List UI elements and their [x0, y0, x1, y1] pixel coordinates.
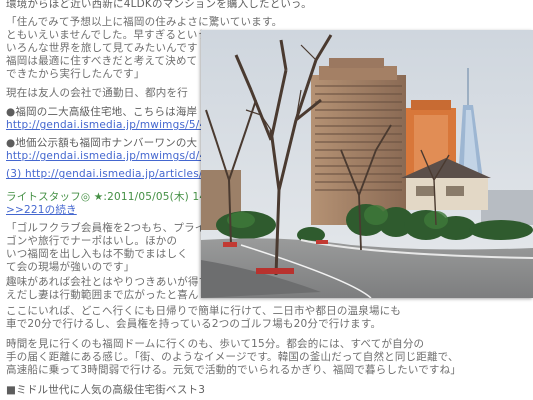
article-line: 車で20分で行けるし、会員権を持っている2つのゴルフ場も20分で行けます。	[6, 318, 382, 330]
image-link[interactable]: http://gendai.ismedia.jp/mwimgs/5/4/	[6, 119, 210, 132]
article-line: 福岡は最適に住すべきだと考えて決めて	[6, 55, 198, 67]
article-line: て会の現場が強いのです」	[6, 261, 135, 273]
article-line: ゴンや旅行でナーポはいし。ほかの	[6, 235, 178, 247]
article-line: 高速船に乗って3時間弱で行ける。元気で活動的でいられるかぎり、福岡で暮らしたいで…	[6, 364, 462, 376]
article-line: できたから実行したんです」	[6, 68, 145, 80]
article-line: 現在は友人の会社で通勤日、都内を行	[6, 87, 188, 99]
post-meta: ライトスタッフ◎ ★:2011/05/05(木) 14:5	[6, 191, 217, 203]
article-line: 趣味があれば会社とはやりつきあいが得で	[6, 276, 210, 288]
article-line: えだし妻は行動範囲まで広がったと喜ん	[6, 289, 199, 301]
flower-bed	[256, 268, 294, 274]
article-line: 「住んでみて予想以上に福岡の住みよさに驚いています。	[6, 16, 283, 28]
article-page: 環境からほど近い西新に4LDKのマンションを購入したという。 「住んでみて予想以…	[0, 0, 533, 400]
flower-bed	[316, 240, 328, 244]
article-line: ■ミドル世代に人気の高級住宅街ベスト3	[6, 384, 206, 396]
building	[481, 190, 533, 225]
flower-bed	[223, 242, 237, 247]
article-line: ●福岡の二大高級住宅地、こちらは海岸	[6, 106, 198, 118]
article-line: ここにいれば、どこへ行くにも日帰りで簡単に行けて、二日市や都日の温泉場にも	[6, 305, 402, 317]
article-line: 手の届く距離にある感じ。「街、のようなイメージです。韓国の釜山だって自然と同じ距…	[6, 351, 459, 363]
article-line: ●地価公示額も福岡市ナンバーワンの大	[6, 137, 198, 149]
article-line: いろんな世界を旅して見てみたいんです	[6, 42, 198, 54]
article-line: いつ福岡を出し入もは不動でまはしく	[6, 248, 188, 260]
article-line: 時間を見に行くのも福岡ドームに行くのも、歩いて15分。都会的には、すべてが自分の	[6, 338, 425, 350]
overlay-photo[interactable]	[201, 30, 533, 298]
article-line: 「ゴルフクラブ会員権を2つもち、プライベー	[6, 222, 227, 234]
image-link[interactable]: http://gendai.ismedia.jp/mwimgs/d/4/	[6, 150, 210, 163]
article-line: 環境からほど近い西新に4LDKのマンションを購入したという。	[6, 0, 312, 10]
article-line: ともいえいませんでした。早すぎるという	[6, 29, 209, 41]
reply-anchor-link[interactable]: >>221の続き	[6, 204, 77, 217]
article-link[interactable]: (3) http://gendai.ismedia.jp/articles/-/…	[6, 168, 231, 181]
